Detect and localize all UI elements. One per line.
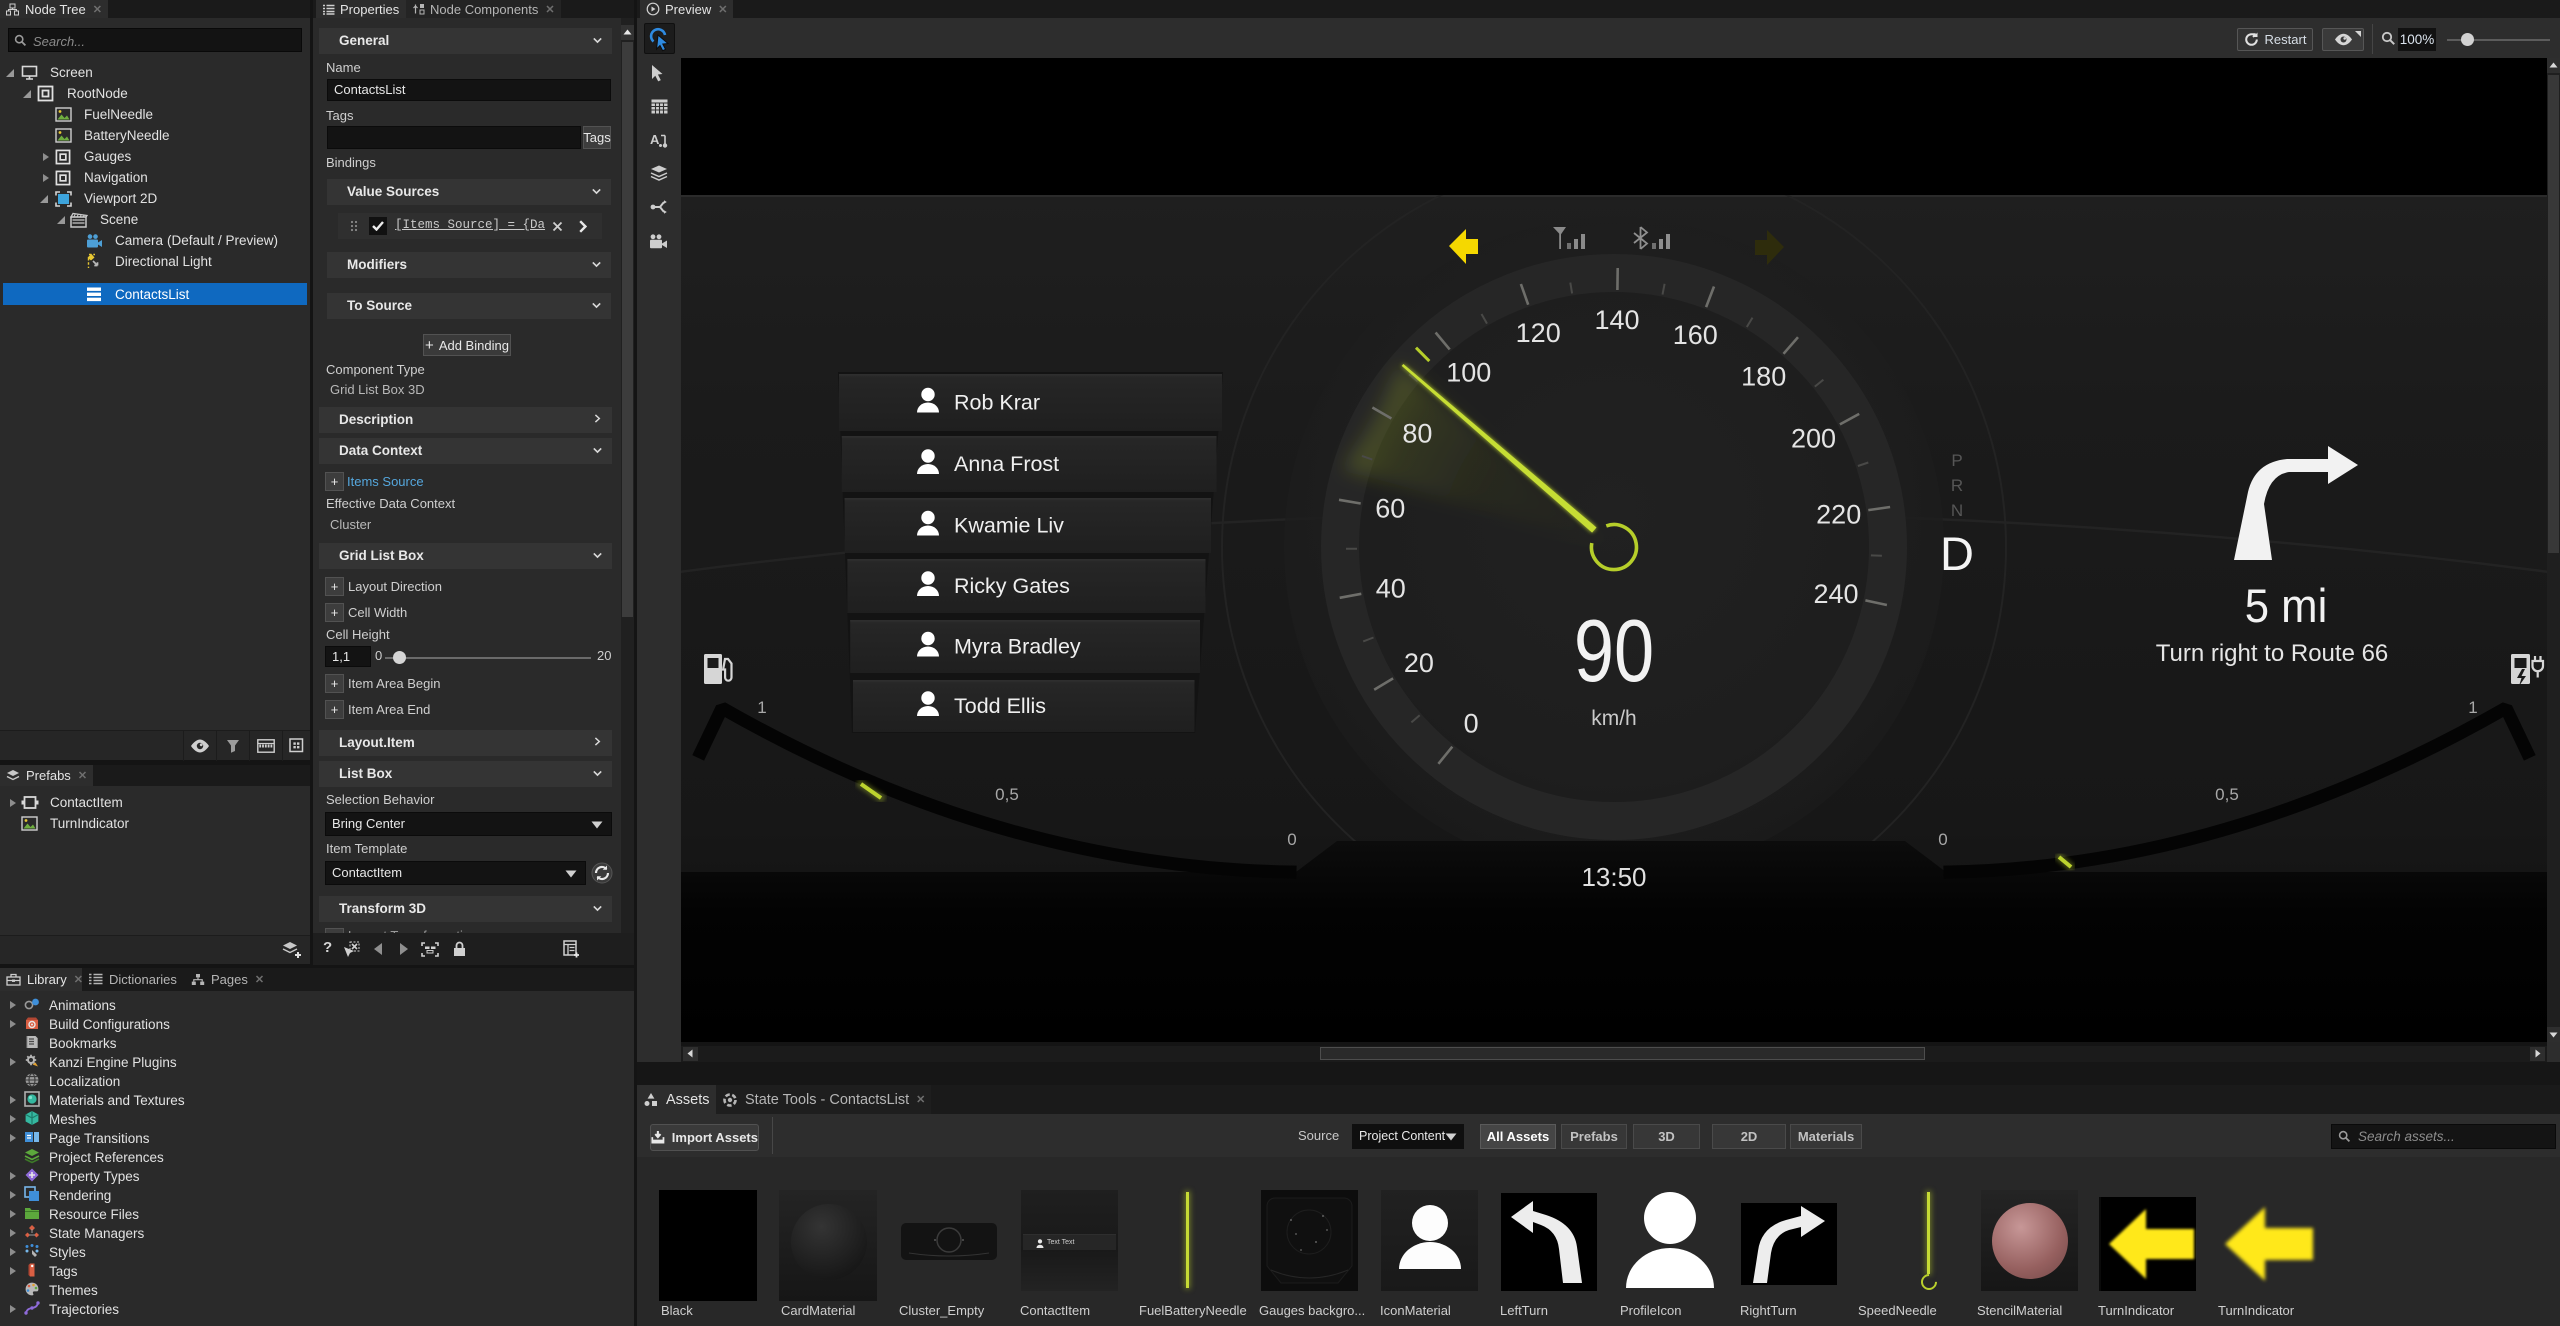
svg-text:1: 1 — [2468, 698, 2477, 717]
svg-text:Myra Bradley: Myra Bradley — [954, 635, 1081, 659]
svg-text:0: 0 — [1464, 708, 1479, 738]
svg-text:A: A — [650, 132, 660, 147]
svg-text:13:50: 13:50 — [1581, 862, 1646, 892]
svg-text:90: 90 — [1574, 602, 1654, 700]
svg-text:0: 0 — [1287, 830, 1296, 849]
svg-text:km/h: km/h — [1591, 707, 1637, 730]
svg-text:200: 200 — [1791, 424, 1836, 454]
svg-text:D: D — [1940, 527, 1974, 580]
svg-text:20: 20 — [1404, 648, 1434, 678]
svg-text:80: 80 — [1402, 419, 1432, 449]
svg-text:0,5: 0,5 — [995, 785, 1019, 804]
svg-text:P: P — [1951, 451, 1962, 470]
svg-text:Anna Frost: Anna Frost — [954, 452, 1059, 476]
svg-text:Todd Ellis: Todd Ellis — [954, 694, 1046, 718]
svg-text:180: 180 — [1741, 361, 1786, 391]
svg-text:Rob Krar: Rob Krar — [954, 391, 1040, 415]
svg-text:Ricky Gates: Ricky Gates — [954, 574, 1070, 598]
svg-text:240: 240 — [1813, 579, 1858, 609]
svg-text:N: N — [1951, 501, 1963, 520]
svg-text:1: 1 — [757, 698, 766, 717]
svg-text:R: R — [1951, 476, 1963, 495]
svg-text:220: 220 — [1816, 499, 1861, 529]
svg-text:5 mi: 5 mi — [2245, 580, 2328, 633]
svg-text:0,5: 0,5 — [2215, 785, 2239, 804]
svg-text:160: 160 — [1673, 320, 1718, 350]
svg-text:Kwamie Liv: Kwamie Liv — [954, 514, 1064, 538]
svg-text:140: 140 — [1594, 305, 1639, 335]
svg-text:Turn right to Route 66: Turn right to Route 66 — [2156, 640, 2389, 667]
svg-text:60: 60 — [1375, 494, 1405, 524]
svg-text:0: 0 — [1938, 830, 1947, 849]
svg-text:40: 40 — [1376, 573, 1406, 603]
svg-text:100: 100 — [1446, 358, 1491, 388]
svg-text:120: 120 — [1516, 318, 1561, 348]
